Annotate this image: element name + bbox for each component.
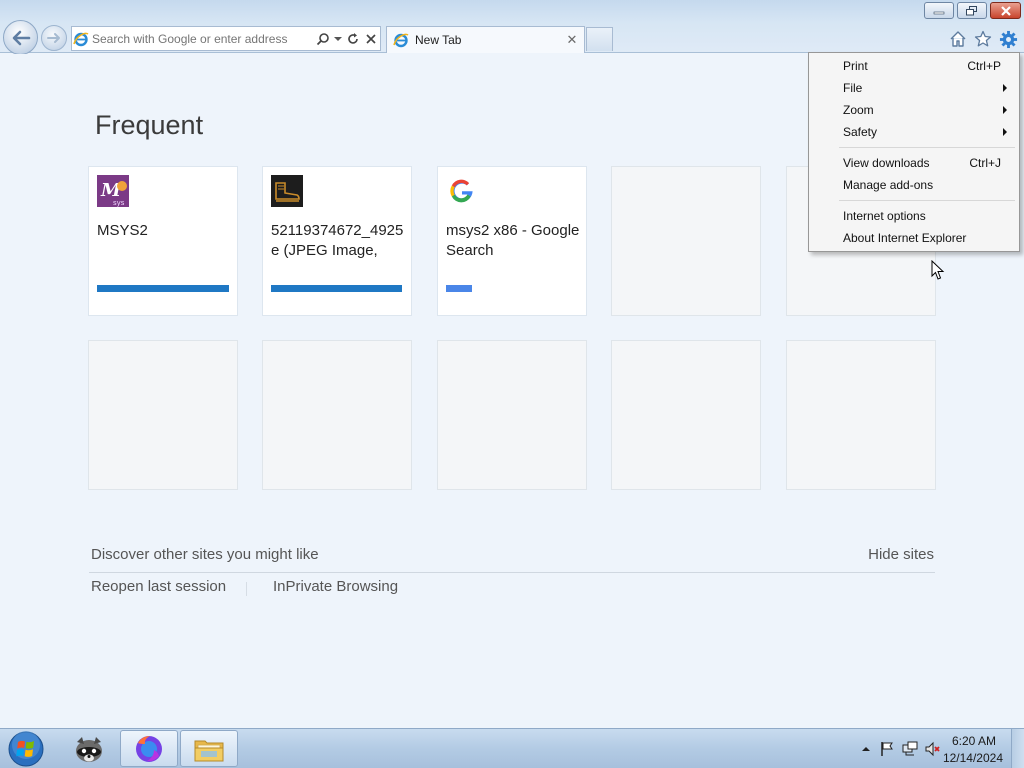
taskbar: 6:20 AM 12/14/2024 xyxy=(0,728,1024,768)
hide-sites-link[interactable]: Hide sites xyxy=(868,546,934,563)
start-button[interactable] xyxy=(4,730,48,768)
system-tray: 6:20 AM 12/14/2024 xyxy=(834,729,1024,768)
network-icon[interactable] xyxy=(902,741,918,757)
tile-empty xyxy=(88,340,238,490)
boot-image-icon xyxy=(271,175,303,207)
address-input[interactable] xyxy=(90,31,314,46)
windows-start-icon xyxy=(8,731,44,767)
tile-frequency-bar xyxy=(446,285,472,292)
back-button[interactable] xyxy=(3,20,38,55)
menu-item-label: Safety xyxy=(843,125,878,139)
menu-item-label: Zoom xyxy=(843,103,874,117)
tile-frequency-bar xyxy=(97,285,229,292)
close-window-button[interactable] xyxy=(990,2,1021,19)
mouse-cursor-icon xyxy=(931,260,945,280)
refresh-icon[interactable] xyxy=(344,30,362,48)
tile-empty xyxy=(437,340,587,490)
menu-item-print[interactable]: Print Ctrl+P xyxy=(809,55,1019,77)
menu-separator xyxy=(839,147,1015,148)
file-explorer-icon xyxy=(194,740,224,761)
tile-jpeg-image[interactable]: 52119374672_4925e (JPEG Image, xyxy=(262,166,412,316)
tools-menu: Print Ctrl+P File Zoom Safety View downl… xyxy=(808,52,1020,252)
frequent-heading: Frequent xyxy=(95,110,204,140)
address-bar[interactable] xyxy=(71,26,381,51)
menu-item-label: Internet options xyxy=(843,209,926,223)
tile-google-search[interactable]: msys2 x86 - Google Search xyxy=(437,166,587,316)
search-icon[interactable] xyxy=(314,30,332,48)
menu-item-view-downloads[interactable]: View downloads Ctrl+J xyxy=(809,152,1019,174)
tile-frequency-bar xyxy=(271,285,402,292)
menu-item-about-ie[interactable]: About Internet Explorer xyxy=(809,227,1019,249)
menu-item-shortcut: Ctrl+P xyxy=(967,59,1001,73)
tile-empty xyxy=(262,340,412,490)
close-icon xyxy=(1000,5,1011,16)
tile-empty xyxy=(611,340,761,490)
tab-label: New Tab xyxy=(415,33,462,47)
menu-item-label: Manage add-ons xyxy=(843,178,934,192)
divider xyxy=(89,572,935,573)
google-g-icon xyxy=(446,175,478,207)
ie-logo-icon xyxy=(72,30,90,48)
stop-icon[interactable] xyxy=(362,30,380,48)
submenu-arrow-icon xyxy=(1003,84,1007,92)
back-arrow-icon xyxy=(12,30,30,45)
show-hidden-icons-arrow[interactable] xyxy=(858,741,874,757)
home-icon[interactable] xyxy=(948,29,968,49)
show-desktop-button[interactable] xyxy=(1011,729,1024,768)
restore-button[interactable] xyxy=(957,2,987,19)
submenu-arrow-icon xyxy=(1003,106,1007,114)
minimize-button[interactable] xyxy=(924,2,954,19)
clock-time[interactable]: 6:20 AM xyxy=(952,734,996,748)
menu-item-label: Print xyxy=(843,59,868,73)
ie-logo-icon xyxy=(393,32,409,48)
inprivate-browsing-link[interactable]: InPrivate Browsing xyxy=(273,578,398,595)
tab-new-tab[interactable]: New Tab ✕ xyxy=(386,26,585,53)
volume-muted-icon[interactable] xyxy=(925,741,941,757)
forward-arrow-icon xyxy=(47,33,60,43)
tools-gear-icon[interactable] xyxy=(998,29,1018,49)
firefox-icon xyxy=(136,735,162,762)
taskbar-file-explorer[interactable] xyxy=(180,730,238,767)
tab-close-icon[interactable]: ✕ xyxy=(564,32,580,48)
menu-separator xyxy=(839,200,1015,201)
svg-text:sys: sys xyxy=(113,199,125,207)
clock-date[interactable]: 12/14/2024 xyxy=(943,751,1003,765)
tile-title: MSYS2 xyxy=(97,222,148,239)
menu-item-label: View downloads xyxy=(843,156,930,170)
menu-item-label: File xyxy=(843,81,863,95)
msys2-logo-icon: Msys xyxy=(97,175,129,207)
taskbar-firefox[interactable] xyxy=(120,730,178,767)
tile-empty xyxy=(611,166,761,316)
tile-title: 52119374672_4925e (JPEG Image, xyxy=(271,222,404,259)
submenu-arrow-icon xyxy=(1003,128,1007,136)
action-center-flag-icon[interactable] xyxy=(879,741,895,757)
forward-button[interactable] xyxy=(41,25,67,51)
menu-item-zoom[interactable]: Zoom xyxy=(809,99,1019,121)
window-controls xyxy=(924,2,1021,19)
reopen-last-session-link[interactable]: Reopen last session xyxy=(91,578,226,595)
menu-item-file[interactable]: File xyxy=(809,77,1019,99)
menu-item-safety[interactable]: Safety xyxy=(809,121,1019,143)
minimize-icon xyxy=(933,11,945,14)
menu-item-label: About Internet Explorer xyxy=(843,231,967,245)
tile-title: msys2 x86 - Google Search xyxy=(446,222,580,259)
taskbar-raccoon-app[interactable] xyxy=(60,730,118,767)
favorites-star-icon[interactable] xyxy=(973,29,993,49)
discover-sites-link[interactable]: Discover other sites you might like xyxy=(91,546,319,563)
tile-msys2[interactable]: Msys MSYS2 xyxy=(88,166,238,316)
menu-item-manage-addons[interactable]: Manage add-ons xyxy=(809,174,1019,196)
raccoon-app-icon xyxy=(76,736,102,762)
restore-icon xyxy=(966,5,977,15)
browser-chrome: New Tab ✕ xyxy=(0,0,1024,55)
menu-item-internet-options[interactable]: Internet options xyxy=(809,205,1019,227)
dropdown-arrow-icon[interactable] xyxy=(332,30,344,48)
menu-item-shortcut: Ctrl+J xyxy=(969,156,1001,170)
new-tab-button[interactable] xyxy=(586,27,613,51)
tile-empty xyxy=(786,340,936,490)
link-separator xyxy=(246,582,247,596)
